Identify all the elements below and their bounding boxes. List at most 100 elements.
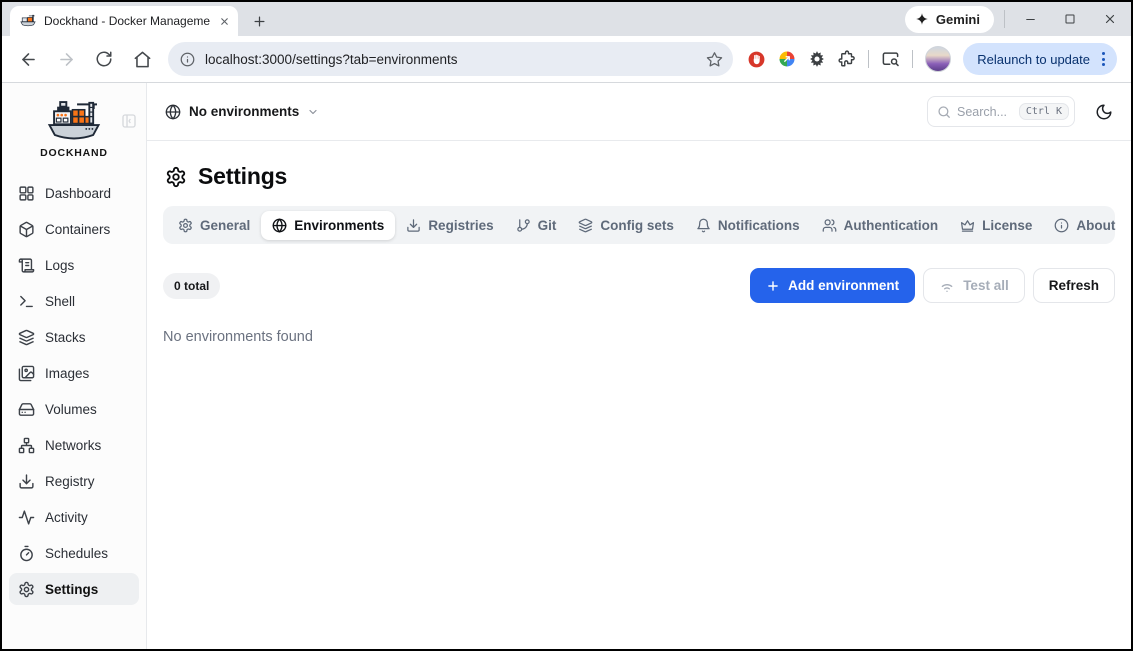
browser-toolbar: localhost:3000/settings?tab=environments <box>2 36 1131 82</box>
search-placeholder: Search... <box>957 105 1013 119</box>
search-icon <box>937 105 951 119</box>
tab-authentication[interactable]: Authentication <box>811 211 950 240</box>
url-text[interactable]: localhost:3000/settings?tab=environments <box>205 52 696 67</box>
sidebar-item-label: Activity <box>45 510 88 525</box>
gemini-sparkle-icon <box>915 12 929 26</box>
info-icon <box>1054 218 1069 233</box>
dockhand-favicon-icon <box>20 13 36 29</box>
settings-tabstrip: General Environments Registries Git <box>163 206 1115 244</box>
adblock-extension-icon[interactable] <box>747 50 766 69</box>
gear-extension-icon[interactable] <box>808 50 826 68</box>
sidebar-item-registry[interactable]: Registry <box>9 465 139 497</box>
browser-titlebar: Dockhand - Docker Manageme Gemini <box>2 2 1131 36</box>
tab-close-icon[interactable] <box>219 16 230 27</box>
test-all-button[interactable]: Test all <box>923 268 1025 303</box>
terminal-icon <box>18 293 35 310</box>
tab-registries[interactable]: Registries <box>395 211 504 240</box>
site-info-icon[interactable] <box>180 52 195 67</box>
brand-name: DOCKHAND <box>40 147 108 159</box>
photos-extension-icon[interactable] <box>778 50 796 68</box>
reload-icon[interactable] <box>88 43 120 75</box>
download-icon <box>406 218 421 233</box>
tab-general[interactable]: General <box>167 211 261 240</box>
browser-menu-icon[interactable] <box>1096 46 1111 72</box>
tab-title: Dockhand - Docker Manageme <box>44 14 211 28</box>
sidebar-nav: Dashboard Containers Logs Shell Stacks <box>2 177 146 605</box>
sidebar-item-containers[interactable]: Containers <box>9 213 139 245</box>
dockhand-app: DOCKHAND Dashboard Containers Logs <box>2 82 1131 649</box>
layers-icon <box>18 329 35 346</box>
relaunch-update-button[interactable]: Relaunch to update <box>963 43 1117 75</box>
sidebar-item-dashboard[interactable]: Dashboard <box>9 177 139 209</box>
refresh-label: Refresh <box>1049 278 1099 293</box>
environment-selector-label: No environments <box>189 104 299 119</box>
bookmark-star-icon[interactable] <box>706 51 723 68</box>
url-bar[interactable]: localhost:3000/settings?tab=environments <box>168 42 733 76</box>
sidebar-item-settings[interactable]: Settings <box>9 573 139 605</box>
titlebar-separator <box>1004 10 1005 28</box>
gemini-label: Gemini <box>936 12 980 27</box>
crown-icon <box>960 218 975 233</box>
close-button[interactable] <box>1095 4 1125 34</box>
globe-icon <box>165 104 181 120</box>
tab-about[interactable]: About <box>1043 211 1126 240</box>
minimize-button[interactable] <box>1015 4 1045 34</box>
sidebar-item-volumes[interactable]: Volumes <box>9 393 139 425</box>
tab-label: Registries <box>428 218 493 233</box>
tab-license[interactable]: License <box>949 211 1043 240</box>
forward-icon[interactable] <box>50 43 82 75</box>
gemini-button[interactable]: Gemini <box>905 6 994 33</box>
maximize-button[interactable] <box>1055 4 1085 34</box>
sidebar-item-images[interactable]: Images <box>9 357 139 389</box>
environment-selector[interactable]: No environments <box>165 104 319 120</box>
sidebar-collapse-icon[interactable] <box>121 113 137 129</box>
search-shortcut-badge: Ctrl K <box>1019 103 1069 120</box>
sidebar: DOCKHAND Dashboard Containers Logs <box>2 83 147 649</box>
tab-git[interactable]: Git <box>505 211 568 240</box>
tab-label: License <box>982 218 1032 233</box>
search-input[interactable]: Search... Ctrl K <box>927 96 1075 127</box>
download-icon <box>18 473 35 490</box>
sidebar-item-label: Dashboard <box>45 186 111 201</box>
tab-label: Git <box>538 218 557 233</box>
globe-icon <box>272 218 287 233</box>
activity-pulse-icon <box>18 509 35 526</box>
sidebar-item-stacks[interactable]: Stacks <box>9 321 139 353</box>
tab-environments[interactable]: Environments <box>261 211 395 240</box>
test-all-label: Test all <box>963 278 1009 293</box>
new-tab-button[interactable] <box>246 8 272 34</box>
sidebar-item-schedules[interactable]: Schedules <box>9 537 139 569</box>
search-tabs-icon[interactable] <box>881 50 900 69</box>
extensions-puzzle-icon[interactable] <box>838 50 856 68</box>
main-panel: No environments Search... Ctrl K <box>147 83 1131 649</box>
sidebar-item-logs[interactable]: Logs <box>9 249 139 281</box>
gear-icon <box>165 166 187 188</box>
sidebar-item-label: Registry <box>45 474 95 489</box>
tab-notifications[interactable]: Notifications <box>685 211 811 240</box>
profile-avatar[interactable] <box>925 46 951 72</box>
tab-label: General <box>200 218 250 233</box>
layers-icon <box>578 218 593 233</box>
browser-tab[interactable]: Dockhand - Docker Manageme <box>10 6 238 36</box>
users-icon <box>822 218 837 233</box>
dockhand-logo-icon <box>46 99 102 145</box>
back-icon[interactable] <box>12 43 44 75</box>
sidebar-item-shell[interactable]: Shell <box>9 285 139 317</box>
timer-icon <box>18 545 35 562</box>
bell-icon <box>696 218 711 233</box>
add-environment-button[interactable]: Add environment <box>750 268 915 303</box>
sidebar-item-networks[interactable]: Networks <box>9 429 139 461</box>
sidebar-item-activity[interactable]: Activity <box>9 501 139 533</box>
plus-icon <box>766 279 780 293</box>
relaunch-label: Relaunch to update <box>977 52 1090 67</box>
dark-mode-toggle[interactable] <box>1095 103 1113 121</box>
tab-config-sets[interactable]: Config sets <box>567 211 685 240</box>
refresh-button[interactable]: Refresh <box>1033 268 1115 303</box>
sidebar-item-label: Shell <box>45 294 75 309</box>
container-box-icon <box>18 221 35 238</box>
dashboard-icon <box>18 185 35 202</box>
home-icon[interactable] <box>126 43 158 75</box>
environments-actions: 0 total Add environment Test all Refresh <box>163 268 1115 303</box>
chevron-down-icon <box>307 106 319 118</box>
sidebar-item-label: Containers <box>45 222 110 237</box>
